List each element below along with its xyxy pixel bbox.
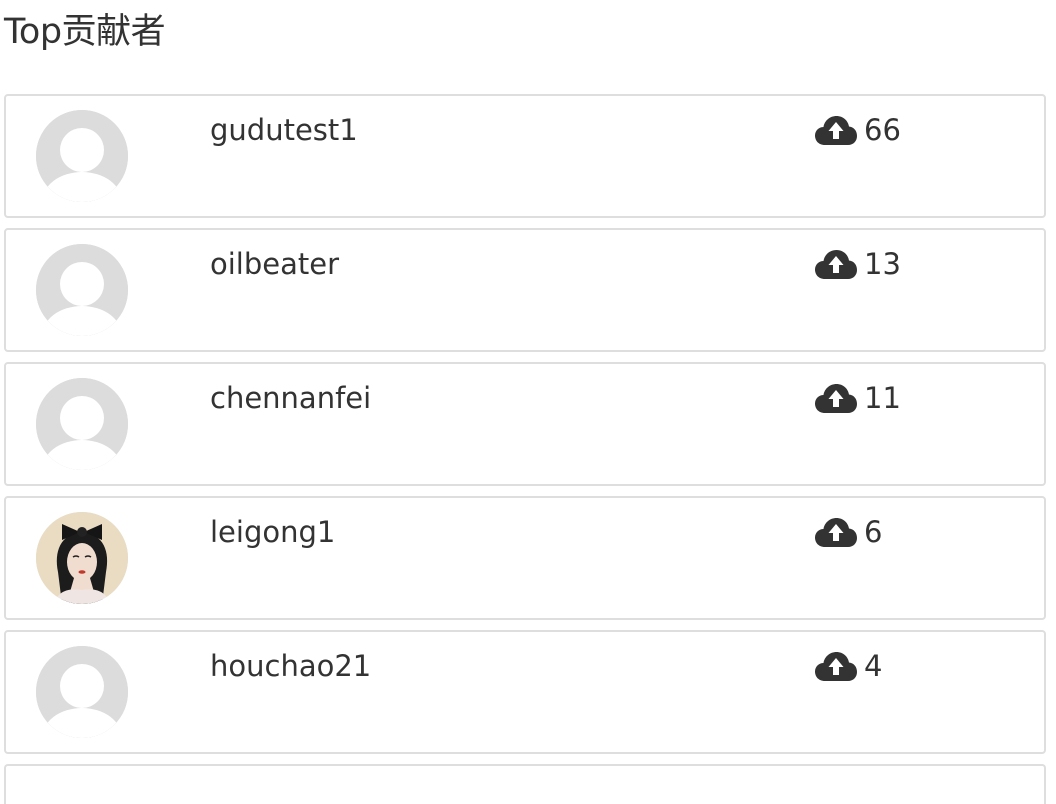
contributor-card: oilbeater 13 — [4, 228, 1046, 352]
contribution-count: 66 — [814, 110, 901, 150]
count-value: 66 — [864, 113, 901, 147]
contributor-card: gudutest1 66 — [4, 94, 1046, 218]
contribution-count: 4 — [814, 646, 882, 686]
cloud-upload-icon — [815, 652, 857, 681]
cloud-upload-icon — [815, 250, 857, 279]
cloud-upload-icon — [815, 384, 857, 413]
default-avatar-icon[interactable] — [36, 646, 128, 738]
count-value: 4 — [864, 649, 883, 683]
contributor-username[interactable]: oilbeater — [210, 244, 339, 284]
contributor-card: houchao21 4 — [4, 630, 1046, 754]
default-avatar-icon[interactable] — [36, 378, 128, 470]
contributor-username[interactable]: houchao21 — [210, 646, 371, 686]
contributor-username[interactable]: gudutest1 — [210, 110, 358, 150]
contributor-username[interactable]: chennanfei — [210, 378, 371, 418]
cloud-upload-icon — [815, 116, 857, 145]
contributor-card: leigong1 6 — [4, 496, 1046, 620]
default-avatar-icon[interactable] — [36, 110, 128, 202]
contribution-count: 13 — [814, 244, 901, 284]
user-photo-avatar[interactable] — [36, 512, 128, 604]
cloud-upload-icon — [815, 518, 857, 547]
count-value: 6 — [864, 515, 883, 549]
count-value: 11 — [864, 381, 901, 415]
contributor-username[interactable]: leigong1 — [210, 512, 335, 552]
contributor-card-partial — [4, 764, 1046, 804]
default-avatar-icon[interactable] — [36, 244, 128, 336]
page-title: Top贡献者 — [4, 12, 166, 52]
contributor-list: gudutest1 66 oilbeater 13 chennanfei 11 … — [4, 94, 1046, 804]
contributor-card: chennanfei 11 — [4, 362, 1046, 486]
contribution-count: 6 — [814, 512, 882, 552]
contribution-count: 11 — [814, 378, 901, 418]
count-value: 13 — [864, 247, 901, 281]
